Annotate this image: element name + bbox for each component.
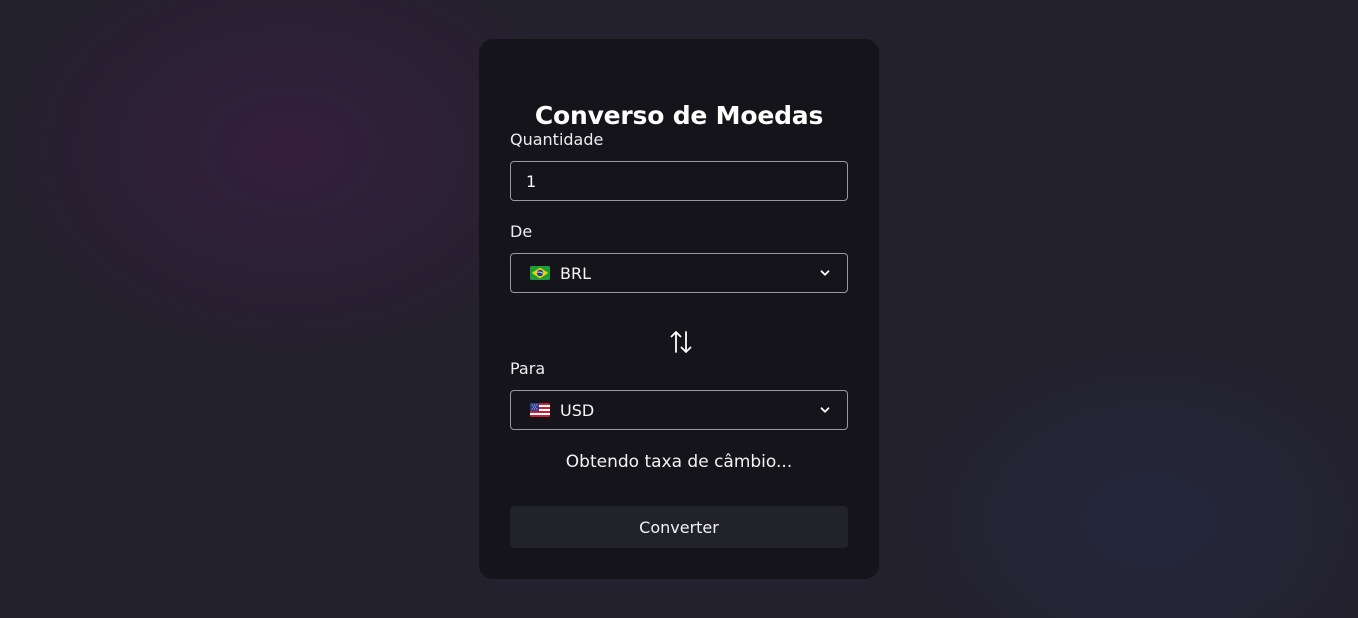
- amount-label: Quantidade: [510, 130, 604, 149]
- from-currency-select[interactable]: BRL: [510, 253, 848, 293]
- page-title: Converso de Moedas: [534, 101, 824, 130]
- converter-card: Converso de Moedas Quantidade De BRL Par…: [479, 39, 879, 579]
- amount-input[interactable]: [511, 162, 847, 200]
- swap-arrows-icon[interactable]: [669, 329, 693, 355]
- chevron-down-icon: [820, 407, 830, 413]
- to-currency-select[interactable]: USD: [510, 390, 848, 430]
- from-currency-value: BRL: [560, 263, 592, 283]
- chevron-down-icon: [820, 270, 830, 276]
- from-label: De: [510, 222, 533, 241]
- convert-button[interactable]: Converter: [510, 506, 848, 548]
- brazil-flag-icon: [530, 266, 550, 280]
- to-currency-value: USD: [560, 400, 595, 420]
- exchange-rate-status: Obtendo taxa de câmbio...: [565, 452, 793, 472]
- us-flag-icon: [530, 403, 550, 417]
- amount-field-container: [510, 161, 848, 201]
- to-label: Para: [510, 359, 546, 378]
